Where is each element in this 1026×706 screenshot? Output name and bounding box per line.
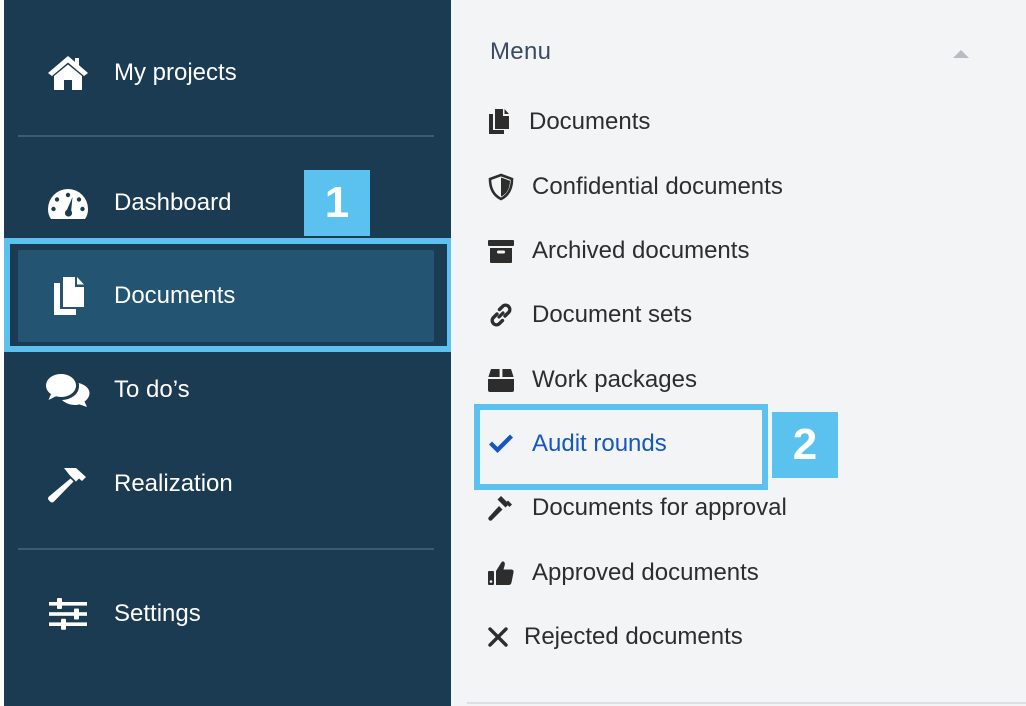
sidebar-item-my-projects[interactable]: My projects (18, 28, 434, 118)
sliders-icon (44, 594, 92, 634)
menu-item-label: Work packages (532, 366, 697, 393)
menu-item-label: Archived documents (532, 237, 750, 264)
menu-item-approved-documents[interactable]: Approved documents (487, 553, 759, 593)
menu-item-label: Confidential documents (532, 173, 783, 200)
menu-item-rejected-documents[interactable]: Rejected documents (487, 617, 743, 657)
panel-divider (467, 702, 1026, 704)
sidebar-item-todos[interactable]: To do’s (18, 345, 434, 435)
menu-item-documents[interactable]: Documents (487, 102, 650, 142)
menu-title: Menu (490, 38, 552, 65)
thumbs-up-icon (487, 558, 517, 588)
gauge-icon (44, 183, 92, 223)
menu-item-label: Documents (529, 108, 651, 135)
step-badge-2: 2 (772, 412, 838, 478)
submenu-panel: Menu Documents Confidential documents Ar… (451, 0, 1026, 706)
highlight-box-documents (4, 238, 453, 352)
menu-item-label: Rejected documents (524, 623, 743, 650)
collapse-arrow-icon[interactable] (953, 50, 969, 58)
link-icon (487, 300, 517, 330)
sidebar: My projects Dashboard Documents To do’s … (4, 0, 451, 706)
menu-item-documents-for-approval[interactable]: Documents for approval (487, 488, 787, 528)
menu-item-archived-documents[interactable]: Archived documents (487, 231, 749, 271)
gavel-icon (487, 493, 517, 523)
box-icon (487, 365, 517, 395)
menu-item-confidential-documents[interactable]: Confidential documents (487, 167, 783, 207)
chat-bubbles-icon (44, 370, 92, 410)
sidebar-item-label: Realization (114, 470, 233, 497)
menu-item-document-sets[interactable]: Document sets (487, 295, 692, 335)
menu-item-work-packages[interactable]: Work packages (487, 360, 697, 400)
x-icon (487, 622, 509, 652)
home-icon (44, 53, 92, 93)
step-badge-1: 1 (304, 170, 370, 236)
files-icon (487, 107, 517, 137)
sidebar-item-label: Dashboard (114, 189, 232, 216)
sidebar-item-label: My projects (114, 59, 237, 86)
menu-item-label: Approved documents (532, 559, 759, 586)
archive-icon (487, 236, 517, 266)
sidebar-divider (18, 135, 434, 137)
sidebar-item-realization[interactable]: Realization (18, 439, 434, 529)
sidebar-divider (18, 548, 434, 550)
highlight-box-audit-rounds (474, 404, 768, 490)
sidebar-item-dashboard[interactable]: Dashboard (18, 158, 434, 248)
hammer-icon (44, 464, 92, 504)
shield-icon (487, 172, 517, 202)
sidebar-item-settings[interactable]: Settings (18, 569, 434, 659)
sidebar-item-label: To do’s (114, 376, 190, 403)
menu-item-label: Documents for approval (532, 494, 787, 521)
menu-item-label: Document sets (532, 301, 693, 328)
sidebar-item-label: Settings (114, 600, 201, 627)
